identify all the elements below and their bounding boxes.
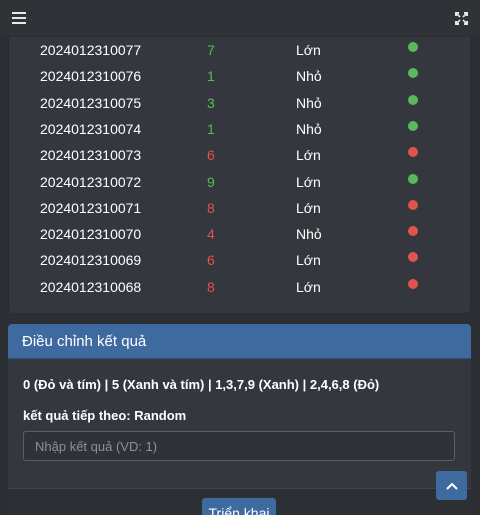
- period-id: 2024012310071: [40, 199, 142, 216]
- card-footer: Triển khai: [8, 488, 471, 515]
- size-label: Nhỏ: [296, 120, 322, 137]
- period-id: 2024012310069: [40, 252, 142, 269]
- size-label: Nhỏ: [296, 226, 322, 243]
- color-indicator-dot: [408, 278, 418, 289]
- result-row: 2024012310074 1 Nhỏ: [9, 117, 472, 143]
- adjust-result-title: Điều chỉnh kết quả: [8, 324, 471, 359]
- period-id: 2024012310075: [40, 94, 142, 111]
- period-id: 2024012310073: [40, 147, 142, 164]
- size-label: Lớn: [296, 278, 321, 295]
- chevron-up-icon: [445, 482, 458, 490]
- top-bar: [0, 0, 480, 36]
- result-number: 1: [207, 120, 215, 137]
- color-indicator-dot: [408, 42, 418, 52]
- fullscreen-expand-icon[interactable]: [455, 11, 468, 25]
- result-input[interactable]: [23, 431, 455, 461]
- period-id: 2024012310076: [40, 68, 142, 85]
- period-id: 2024012310072: [40, 173, 142, 190]
- result-number: 6: [207, 252, 215, 269]
- color-legend: 0 (Đỏ và tím) | 5 (Xanh và tím) | 1,3,7,…: [23, 377, 380, 392]
- period-id: 2024012310068: [40, 278, 142, 295]
- color-indicator-dot: [408, 68, 418, 79]
- size-label: Lớn: [296, 199, 321, 216]
- result-row: 2024012310070 4 Nhỏ: [9, 222, 472, 248]
- results-card: 2024012310077 7 Lớn 2024012310076 1 Nhỏ 202401…: [8, 36, 471, 314]
- result-number: 8: [207, 278, 215, 295]
- result-row: 2024012310069 6 Lớn: [9, 248, 472, 274]
- result-number: 8: [207, 199, 215, 216]
- next-result-label: kết quả tiếp theo: Random: [23, 408, 187, 423]
- size-label: Lớn: [296, 173, 321, 190]
- result-row: 2024012310073 6 Lớn: [9, 143, 472, 169]
- result-row: 2024012310068 8 Lớn: [9, 275, 472, 301]
- color-indicator-dot: [408, 147, 418, 158]
- size-label: Lớn: [296, 252, 321, 269]
- size-label: Nhỏ: [296, 94, 322, 111]
- color-indicator-dot: [408, 120, 418, 131]
- size-label: Nhỏ: [296, 68, 322, 85]
- color-indicator-dot: [408, 94, 418, 105]
- result-row: 2024012310071 8 Lớn: [9, 196, 472, 222]
- result-row: 2024012310072 9 Lớn: [9, 170, 472, 196]
- color-indicator-dot: [408, 226, 418, 237]
- period-id: 2024012310077: [40, 42, 142, 58]
- color-indicator-dot: [408, 252, 418, 263]
- result-number: 7: [207, 42, 215, 58]
- result-number: 4: [207, 226, 215, 243]
- hamburger-menu-icon[interactable]: [12, 12, 26, 24]
- result-number: 1: [207, 68, 215, 85]
- color-indicator-dot: [408, 173, 418, 184]
- size-label: Lớn: [296, 147, 321, 164]
- scroll-to-top-button[interactable]: [436, 471, 467, 500]
- period-id: 2024012310070: [40, 226, 142, 243]
- period-id: 2024012310074: [40, 120, 142, 137]
- size-label: Lớn: [296, 42, 321, 58]
- result-number: 3: [207, 94, 215, 111]
- result-row: 2024012310076 1 Nhỏ: [9, 64, 472, 90]
- result-number: 6: [207, 147, 215, 164]
- result-number: 9: [207, 173, 215, 190]
- result-row: 2024012310077 7 Lớn: [9, 38, 472, 64]
- adjust-result-card: Điều chỉnh kết quả 0 (Đỏ và tím) | 5 (Xa…: [8, 324, 471, 515]
- result-row: 2024012310075 3 Nhỏ: [9, 91, 472, 117]
- color-indicator-dot: [408, 199, 418, 210]
- deploy-button[interactable]: Triển khai: [202, 498, 276, 515]
